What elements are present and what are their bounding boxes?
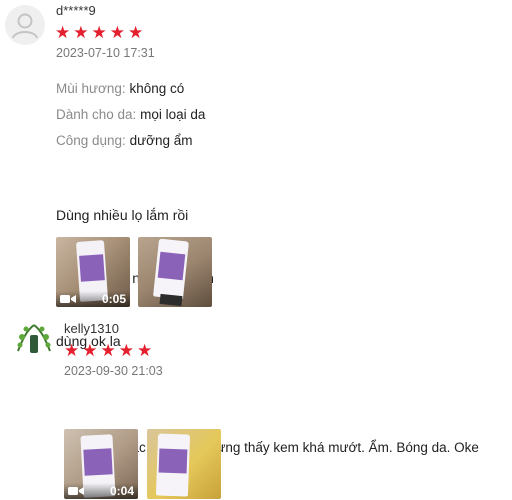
comment-line: Dùng nhiều lọ lắm rồi	[56, 207, 189, 223]
review-video-thumbnail[interactable]: 0:05	[56, 237, 130, 307]
star-icon: ★	[118, 341, 134, 360]
attribute-label: Mùi hương:	[56, 81, 126, 96]
attribute-effect: Công dụng: dưỡng ẩm	[56, 133, 193, 148]
video-duration: 0:05	[101, 292, 126, 306]
star-icon: ★	[55, 23, 71, 42]
star-icon: ★	[73, 23, 89, 42]
star-icon: ★	[137, 341, 153, 360]
video-camera-icon	[68, 487, 84, 495]
star-rating: ★ ★ ★ ★ ★	[64, 342, 152, 359]
username: d*****9	[56, 3, 96, 18]
attribute-skin-type: Dành cho da: mọi loại da	[56, 107, 205, 122]
star-icon: ★	[100, 341, 116, 360]
video-camera-icon	[60, 295, 76, 303]
user-avatar[interactable]	[5, 5, 45, 45]
review-timestamp: 2023-07-10 17:31	[56, 46, 155, 60]
attribute-label: Công dụng:	[56, 133, 126, 148]
star-icon: ★	[64, 341, 80, 360]
default-avatar-icon	[12, 13, 38, 39]
star-icon: ★	[82, 341, 98, 360]
star-rating: ★ ★ ★ ★ ★	[55, 24, 143, 41]
product-label	[79, 254, 105, 282]
review-item: d*****9 ★ ★ ★ ★ ★ 2023-07-10 17:31 Mùi h…	[0, 0, 512, 349]
attribute-value: dưỡng ẩm	[129, 133, 193, 148]
review-image-thumbnail[interactable]	[138, 237, 212, 307]
review-video-thumbnail[interactable]: 0:04	[64, 429, 138, 499]
review-item: kelly1310 ★ ★ ★ ★ ★ 2023-09-30 21:03 Ko …	[0, 312, 512, 499]
user-avatar[interactable]	[12, 317, 56, 361]
username: kelly1310	[64, 321, 119, 336]
product-label	[157, 251, 186, 281]
video-duration: 0:04	[109, 484, 134, 498]
attribute-label: Dành cho da:	[56, 107, 137, 122]
star-icon: ★	[128, 23, 144, 42]
attribute-scent: Mùi hương: không có	[56, 81, 184, 96]
product-label	[158, 448, 188, 474]
product-label	[83, 448, 113, 476]
attribute-value: không có	[129, 81, 185, 96]
star-icon: ★	[109, 23, 125, 42]
attribute-value: mọi loại da	[140, 107, 206, 122]
product-cap	[159, 293, 183, 307]
review-timestamp: 2023-09-30 21:03	[64, 364, 163, 378]
plant-avatar-icon	[17, 324, 51, 353]
review-image-thumbnail[interactable]	[147, 429, 221, 499]
star-icon: ★	[91, 23, 107, 42]
